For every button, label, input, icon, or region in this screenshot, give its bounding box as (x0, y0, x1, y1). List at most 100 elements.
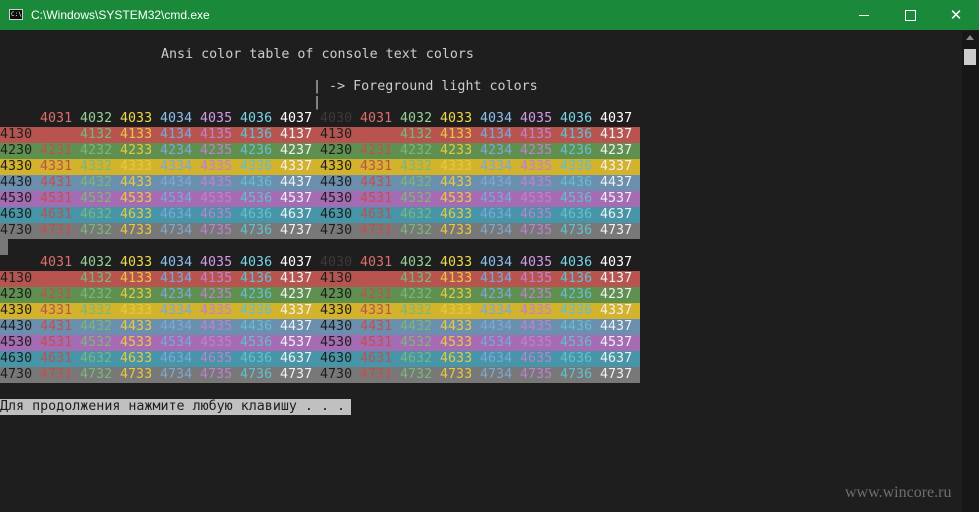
color-code: 4234 (480, 143, 513, 158)
color-code: 4237 (280, 143, 313, 158)
color-code: 4431 (40, 175, 73, 190)
color-code: 4631 (40, 351, 73, 366)
color-code: 4737 (280, 223, 313, 238)
color-row: 4330 4331 4332 4333 4334 4335 4336 4337 4330 4331… (0, 159, 640, 175)
color-code: 4631 (360, 351, 393, 366)
color-code: 4635 (200, 351, 233, 366)
color-row: 4730 4731 4732 4733 4734 4735 4736 4737 4730 4731… (0, 223, 640, 239)
color-code: 4134 (160, 271, 193, 286)
color-code: 4437 (280, 175, 313, 190)
header-code: 4034 (480, 111, 513, 126)
color-code: 4135 (520, 127, 553, 142)
color-code: 4331 (360, 303, 393, 318)
color-code: 4734 (160, 223, 193, 238)
color-code: 4135 (520, 271, 553, 286)
color-code: 4335 (200, 159, 233, 174)
color-code: 4433 (120, 319, 153, 334)
close-button[interactable]: ✕ (933, 0, 979, 30)
minimize-button[interactable] (841, 0, 887, 30)
color-code: 4730 (320, 367, 353, 382)
color-code: 4136 (560, 127, 593, 142)
console-window: C:\ C:\Windows\SYSTEM32\cmd.exe ✕ Ansi c… (0, 0, 979, 512)
color-code: 4335 (200, 303, 233, 318)
color-row: 4230 4231 4232 4233 4234 4235 4236 4237 4230 4231… (0, 143, 640, 159)
color-code: 4430 (0, 175, 33, 190)
color-code: 4137 (280, 127, 313, 142)
color-code: 4233 (440, 143, 473, 158)
header-code: 4035 (200, 111, 233, 126)
color-code: 4632 (80, 207, 113, 222)
color-code: 4637 (280, 351, 313, 366)
color-code: 4533 (440, 335, 473, 350)
cmd-icon[interactable]: C:\ (9, 9, 23, 20)
color-code: 4734 (480, 223, 513, 238)
header-code: 4031 (40, 255, 73, 270)
color-code: 4234 (480, 287, 513, 302)
header-code: 4035 (520, 111, 553, 126)
color-code: 4534 (480, 191, 513, 206)
header-code: 4032 (80, 111, 113, 126)
scroll-thumb[interactable] (964, 49, 976, 65)
color-code: 4533 (120, 191, 153, 206)
color-code: 4336 (560, 159, 593, 174)
color-code: 4735 (200, 223, 233, 238)
color-code: 4633 (440, 351, 473, 366)
color-code: 4133 (120, 271, 153, 286)
header-code: 4030 (320, 255, 353, 270)
color-code: 4433 (120, 175, 153, 190)
vertical-scrollbar[interactable] (962, 31, 979, 512)
color-code: 4534 (160, 335, 193, 350)
color-code: 4531 (360, 191, 393, 206)
color-code: 4733 (120, 223, 153, 238)
color-code: 4232 (400, 287, 433, 302)
color-code: 4636 (560, 351, 593, 366)
continue-prompt: Для продолжения нажмите любую клавишу . … (0, 399, 352, 415)
color-code: 4237 (600, 287, 633, 302)
console-output[interactable]: Ansi color table of console text colors … (0, 31, 962, 512)
color-code: 4332 (80, 159, 113, 174)
color-code: 4330 (320, 303, 353, 318)
color-code: 4136 (560, 271, 593, 286)
color-code: 4431 (40, 319, 73, 334)
header-code: 4036 (240, 111, 273, 126)
pipe-line: | (313, 95, 322, 110)
color-code: 4736 (560, 223, 593, 238)
color-code: 4436 (240, 319, 273, 334)
color-code: 4732 (400, 367, 433, 382)
color-code: 4334 (480, 303, 513, 318)
scroll-up-icon[interactable] (966, 35, 974, 40)
maximize-button[interactable] (887, 0, 933, 30)
color-code: 4231 (360, 287, 393, 302)
color-code: 4633 (120, 351, 153, 366)
color-code: 4236 (240, 287, 273, 302)
color-code: 4730 (0, 223, 33, 238)
color-code: 4130 (0, 271, 33, 286)
color-row: 4630 4631 4632 4633 4634 4635 4636 4637 4630 4631… (0, 207, 640, 223)
color-code: 4636 (240, 351, 273, 366)
color-code: 4634 (480, 351, 513, 366)
color-code: 4735 (200, 367, 233, 382)
minimize-icon (859, 14, 869, 16)
color-code: 4436 (560, 319, 593, 334)
color-code: 4630 (0, 351, 33, 366)
color-code: 4130 (0, 127, 33, 142)
header-code: 4031 (40, 111, 73, 126)
color-code: 4731 (360, 223, 393, 238)
color-code: 4331 (40, 303, 73, 318)
color-code: 4530 (0, 191, 33, 206)
color-code: 4132 (400, 127, 433, 142)
color-code: 4136 (240, 127, 273, 142)
color-code: 4234 (160, 287, 193, 302)
color-code: 4733 (440, 223, 473, 238)
color-code: 4330 (320, 159, 353, 174)
color-code: 4434 (480, 319, 513, 334)
watermark: www.wincore.ru (845, 484, 952, 501)
header-code: 4037 (280, 255, 313, 270)
color-code: 4435 (520, 175, 553, 190)
color-code: 4637 (600, 351, 633, 366)
title-bar[interactable]: C:\ C:\Windows\SYSTEM32\cmd.exe ✕ (0, 0, 979, 30)
color-code: 4737 (600, 367, 633, 382)
header-code: 4037 (600, 111, 633, 126)
color-code: 4333 (120, 159, 153, 174)
color-code: 4733 (120, 367, 153, 382)
